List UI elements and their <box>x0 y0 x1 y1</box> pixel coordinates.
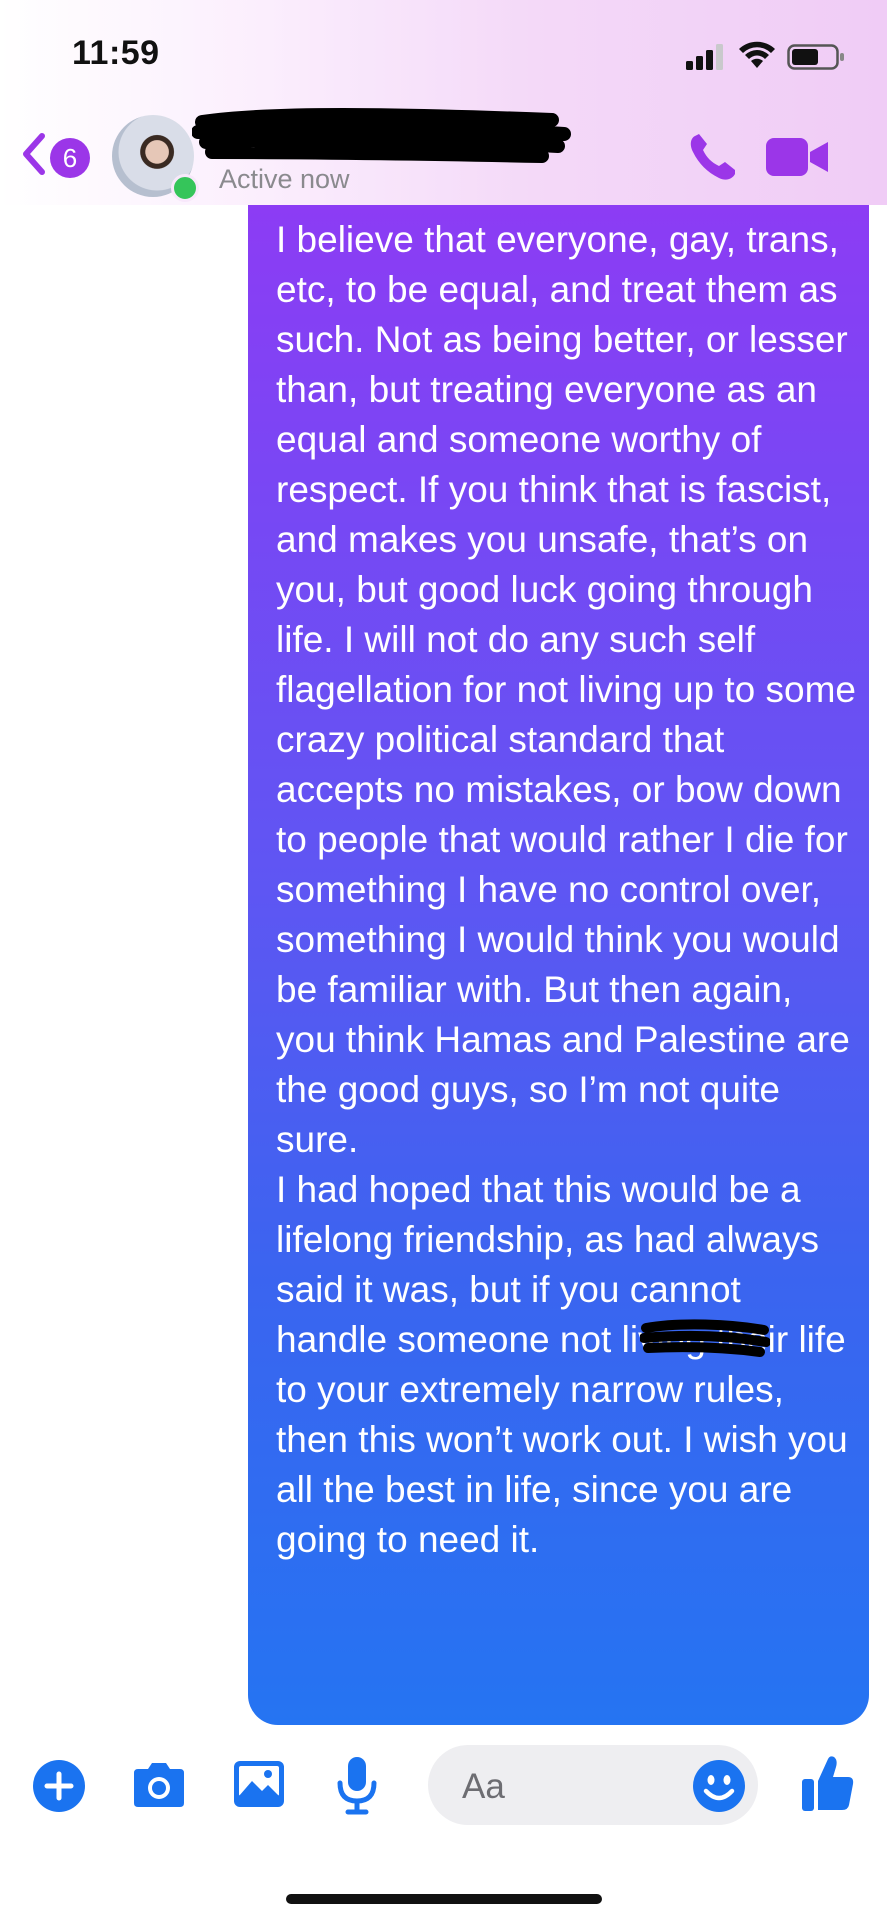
message-paragraph: I had hoped that this would be a lifelon… <box>276 1169 848 1560</box>
presence-status: Active now <box>219 164 350 194</box>
image-icon[interactable] <box>232 1757 286 1811</box>
cellular-signal-icon <box>686 44 723 70</box>
redacted-contact-name <box>192 108 571 163</box>
online-status-dot <box>171 174 199 202</box>
battery-icon <box>787 44 844 70</box>
message-paragraph: I believe that everyone, gay, trans, etc… <box>276 219 857 1160</box>
unread-count-badge[interactable]: 6 <box>50 138 90 178</box>
microphone-icon[interactable] <box>336 1755 378 1815</box>
emoji-icon[interactable] <box>692 1759 746 1813</box>
wifi-icon <box>739 41 775 68</box>
sent-message-bubble[interactable]: I believe that everyone, gay, trans, etc… <box>248 205 869 1725</box>
plus-icon[interactable] <box>32 1759 86 1813</box>
message-input-placeholder: Aa <box>462 1767 505 1806</box>
redacted-name-in-message <box>640 1319 770 1357</box>
message-text: I believe that everyone, gay, trans, etc… <box>276 215 856 1565</box>
status-bar: 11:59 <box>0 0 887 100</box>
conversation-header: 6 Active now <box>0 108 887 206</box>
phone-call-icon[interactable] <box>685 130 739 184</box>
status-time: 11:59 <box>72 34 160 72</box>
message-composer: Aa <box>0 1735 887 1835</box>
home-indicator <box>286 1894 602 1904</box>
back-chevron-icon[interactable] <box>18 130 48 178</box>
camera-icon[interactable] <box>130 1759 188 1811</box>
thumbs-up-icon[interactable] <box>800 1753 856 1813</box>
video-call-icon[interactable] <box>766 134 830 180</box>
